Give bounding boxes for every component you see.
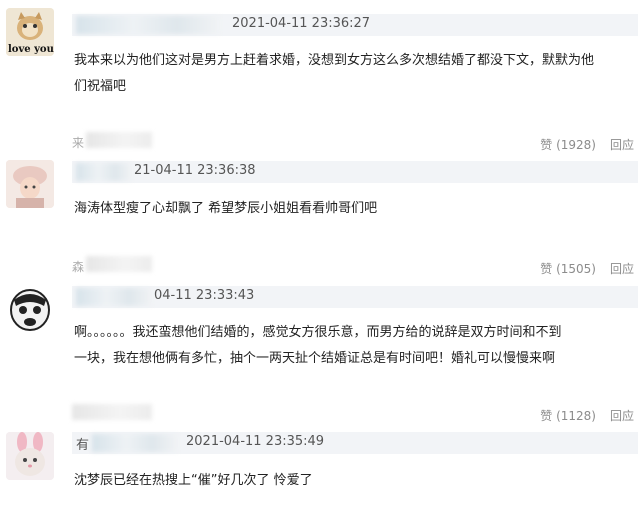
reply-button[interactable]: 回应	[610, 262, 634, 276]
reply-blurred-3	[72, 404, 152, 420]
comment-3-timestamp: 04-11 23:33:43	[154, 288, 255, 303]
comment-3-line-1: 啊。。。。。。我还蛮想他们结婚的，感觉女方很乐意，而男方给的说辞是双方时间和不到	[74, 325, 562, 340]
comment-1-text: 我本来以为他们这对是男方上赶着求婚，没想到女方这么多次想结婚了都没下文，默默为他…	[74, 48, 636, 100]
person-hat-icon	[6, 160, 54, 208]
comment-1-line-2: 们祝福吧	[74, 79, 127, 94]
cat-bunny-ears-icon	[6, 432, 54, 480]
comment-4-text: 沈梦辰已经在热搜上“催”好几次了 怜爱了	[74, 468, 636, 494]
comment-2-actions: 赞 (1505) 回应	[540, 260, 634, 277]
comment-2-line-1: 海涛体型瘦了心却飘了 希望梦辰小姐姐看看帅哥们吧	[74, 201, 378, 216]
reply-button[interactable]: 回应	[610, 138, 634, 152]
username-blurred[interactable]	[92, 434, 178, 452]
reply-button[interactable]: 回应	[610, 409, 634, 423]
reply-blurred-2	[86, 256, 152, 272]
username-blurred[interactable]	[76, 16, 220, 34]
avatar-caption: love you	[8, 44, 54, 55]
like-button[interactable]: 赞 (1928)	[540, 138, 596, 152]
meme-face-icon	[6, 286, 54, 334]
reply-blurred-1	[86, 132, 152, 148]
comment-4-timestamp: 2021-04-11 23:35:49	[186, 434, 325, 449]
comment-4-line-1: 沈梦辰已经在热搜上“催”好几次了 怜爱了	[74, 473, 313, 488]
comment-3-line-2: 一块，我在想他俩有多忙，抽个一两天扯个结婚证总是有时间吧！婚礼可以慢慢来啊	[74, 351, 556, 366]
username-blurred[interactable]	[76, 288, 152, 306]
comment-2-text: 海涛体型瘦了心却飘了 希望梦辰小姐姐看看帅哥们吧	[74, 196, 636, 222]
comment-1-actions: 赞 (1928) 回应	[540, 136, 634, 153]
reply-prefix-1: 来	[72, 136, 85, 150]
like-button[interactable]: 赞 (1128)	[540, 409, 596, 423]
username-prefix: 有	[76, 438, 90, 453]
comment-1-line-1: 我本来以为他们这对是男方上赶着求婚，没想到女方这么多次想结婚了都没下文，默默为他	[74, 53, 595, 68]
username-blurred[interactable]	[76, 163, 132, 181]
comment-1-timestamp: 2021-04-11 23:36:27	[232, 16, 371, 31]
avatar-user-2[interactable]	[6, 160, 54, 208]
like-button[interactable]: 赞 (1505)	[540, 262, 596, 276]
comment-3-text: 啊。。。。。。我还蛮想他们结婚的，感觉女方很乐意，而男方给的说辞是双方时间和不到…	[74, 320, 636, 372]
comment-3-actions: 赞 (1128) 回应	[540, 407, 634, 424]
comment-2-timestamp: 21-04-11 23:36:38	[134, 163, 256, 178]
avatar-user-4[interactable]	[6, 432, 54, 480]
reply-prefix-2: 森	[72, 260, 85, 274]
avatar-user-3[interactable]	[6, 286, 54, 334]
